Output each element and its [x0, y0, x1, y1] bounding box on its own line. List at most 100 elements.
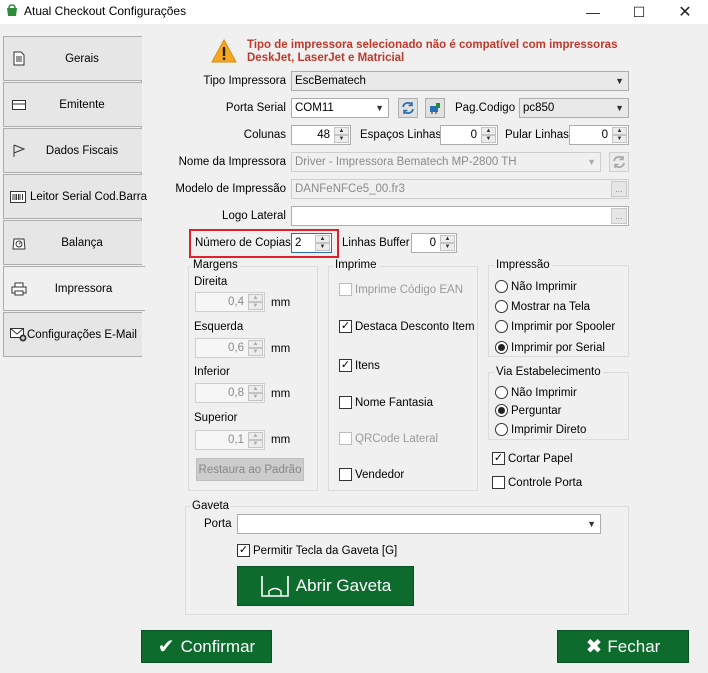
abrir-gaveta-label: Abrir Gaveta [295, 576, 392, 595]
radio-dot [495, 341, 508, 354]
spin-down-icon[interactable]: ▼ [612, 135, 627, 143]
numero-copias-value: 2 [295, 237, 302, 249]
sidebar-item-label: Gerais [65, 52, 99, 65]
check-icon: ✔ [157, 636, 175, 658]
gaveta-porta-label: Porta [204, 518, 232, 530]
spin-down-icon[interactable]: ▼ [248, 302, 263, 310]
minimize-icon[interactable]: — [570, 0, 616, 24]
pular-linhas-spinner[interactable]: 0 ▲ ▼ [569, 125, 629, 145]
via-nao-imprimir-radio[interactable]: Não Imprimir [495, 386, 577, 399]
cortar-papel-checkbox[interactable]: ✓ Cortar Papel [492, 452, 573, 465]
spin-up-icon[interactable]: ▲ [248, 294, 263, 302]
modelo-impressao-field[interactable]: DANFeNFCe5_00.fr3 ... [291, 179, 629, 199]
maximize-icon[interactable]: ☐ [616, 0, 662, 24]
radio-label: Não Imprimir [511, 280, 577, 293]
impressao-spooler-radio[interactable]: Imprimir por Spooler [495, 320, 615, 333]
sidebar-item-emitente[interactable]: Emitente [3, 82, 142, 127]
impressao-mostrar-tela-radio[interactable]: Mostrar na Tela [495, 300, 590, 313]
inferior-spinner[interactable]: 0,8 ▲ ▼ [195, 383, 265, 403]
colunas-spinner[interactable]: 48 ▲ ▼ [291, 125, 351, 145]
espacos-linhas-spinner[interactable]: 0 ▲ ▼ [440, 125, 498, 145]
spin-up-icon[interactable]: ▲ [481, 127, 496, 135]
numero-copias-spinner[interactable]: 2 ▲ ▼ [291, 233, 332, 253]
browse-icon[interactable]: ... [611, 181, 627, 197]
sidebar-item-impressora[interactable]: Impressora [3, 266, 145, 311]
qrcode-lateral-checkbox[interactable]: QRCode Lateral [339, 432, 438, 445]
imprime-title: Imprime [333, 259, 379, 271]
checkbox-label: Controle Porta [508, 476, 583, 489]
spin-up-icon[interactable]: ▲ [315, 235, 330, 243]
via-perguntar-radio[interactable]: Perguntar [495, 404, 562, 417]
spin-down-icon[interactable]: ▼ [315, 243, 330, 251]
impressao-serial-radio[interactable]: Imprimir por Serial [495, 341, 605, 354]
itens-checkbox[interactable]: ✓ Itens [339, 359, 380, 372]
spin-down-icon[interactable]: ▼ [440, 243, 455, 251]
margens-title: Margens [191, 259, 240, 271]
chevron-down-icon: ▼ [615, 76, 624, 86]
nome-impressora-label: Nome da Impressora [178, 156, 286, 168]
tipo-impressora-value: EscBematech [295, 75, 366, 87]
checkbox-label: Vendedor [355, 468, 405, 481]
radio-dot [495, 300, 508, 313]
linhas-buffer-spinner[interactable]: 0 ▲ ▼ [411, 233, 457, 253]
spin-up-icon[interactable]: ▲ [334, 127, 349, 135]
sidebar-item-dados-fiscais[interactable]: Dados Fiscais [3, 128, 142, 173]
impressao-nao-imprimir-radio[interactable]: Não Imprimir [495, 280, 577, 293]
radio-dot [495, 386, 508, 399]
abrir-gaveta-button[interactable]: Abrir Gaveta [237, 566, 414, 606]
permitir-tecla-gaveta-checkbox[interactable]: ✓ Permitir Tecla da Gaveta [G] [237, 544, 397, 557]
spin-down-icon[interactable]: ▼ [248, 440, 263, 448]
app-icon [7, 4, 17, 16]
logo-lateral-field[interactable]: ... [291, 206, 629, 226]
browse-icon[interactable]: ... [611, 208, 627, 224]
modelo-impressao-value: DANFeNFCe5_00.fr3 [295, 183, 405, 195]
radio-label: Não Imprimir [511, 386, 577, 399]
vendedor-checkbox[interactable]: Vendedor [339, 468, 404, 481]
restaura-padrao-button[interactable]: Restaura ao Padrão [196, 458, 304, 481]
drawer-icon [260, 576, 289, 597]
refresh-printers-button[interactable] [609, 152, 629, 172]
pag-codigo-select[interactable]: pc850 ▼ [519, 98, 629, 118]
spin-down-icon[interactable]: ▼ [334, 135, 349, 143]
destaca-desconto-item-checkbox[interactable]: ✓ Destaca Desconto Item [339, 320, 475, 333]
chevron-down-icon: ▼ [375, 103, 384, 113]
linhas-buffer-value: 0 [429, 237, 436, 249]
close-icon[interactable]: ✕ [662, 0, 708, 24]
controle-porta-checkbox[interactable]: Controle Porta [492, 476, 582, 489]
spin-up-icon[interactable]: ▲ [248, 385, 263, 393]
checkbox-label: Destaca Desconto Item [355, 320, 475, 333]
tipo-impressora-select[interactable]: EscBematech ▼ [291, 71, 629, 91]
checkbox-box [339, 468, 352, 481]
confirmar-button[interactable]: ✔ Confirmar [141, 630, 272, 663]
via-imprimir-direto-radio[interactable]: Imprimir Direto [495, 423, 586, 436]
esquerda-spinner[interactable]: 0,6 ▲ ▼ [195, 338, 265, 358]
refresh-ports-button[interactable] [398, 98, 418, 118]
porta-serial-select[interactable]: COM11 ▼ [291, 98, 389, 118]
spin-up-icon[interactable]: ▲ [440, 235, 455, 243]
spin-down-icon[interactable]: ▼ [248, 348, 263, 356]
fechar-button[interactable]: ✖ Fechar [557, 630, 689, 663]
spin-up-icon[interactable]: ▲ [612, 127, 627, 135]
test-port-button[interactable] [425, 98, 445, 118]
nome-impressora-value: Driver - Impressora Bematech MP-2800 TH [295, 156, 517, 168]
sidebar-item-configuracoes-email[interactable]: Configurações E-Mail [3, 312, 142, 357]
nome-fantasia-checkbox[interactable]: Nome Fantasia [339, 396, 433, 409]
superior-label: Superior [194, 412, 238, 424]
superior-spinner[interactable]: 0,1 ▲ ▼ [195, 430, 265, 450]
sidebar-item-balanca[interactable]: Balança [3, 220, 142, 265]
direita-spinner[interactable]: 0,4 ▲ ▼ [195, 292, 265, 312]
superior-unit: mm [271, 434, 291, 446]
imprime-codigo-ean-checkbox[interactable]: Imprime Código EAN [339, 283, 463, 296]
sidebar-item-gerais[interactable]: Gerais [3, 36, 142, 81]
printer-icon [10, 282, 28, 296]
spin-down-icon[interactable]: ▼ [248, 393, 263, 401]
pag-codigo-value: pc850 [523, 102, 555, 114]
spin-down-icon[interactable]: ▼ [481, 135, 496, 143]
spin-up-icon[interactable]: ▲ [248, 432, 263, 440]
spin-up-icon[interactable]: ▲ [248, 340, 263, 348]
sidebar-item-leitor-serial[interactable]: Leitor Serial Cod.Barra [3, 174, 147, 219]
nome-impressora-select[interactable]: Driver - Impressora Bematech MP-2800 TH … [291, 152, 601, 172]
via-estabelecimento-title: Via Estabelecimento [494, 366, 603, 378]
checkbox-label: Nome Fantasia [355, 396, 433, 409]
gaveta-porta-select[interactable]: ▼ [237, 514, 601, 534]
